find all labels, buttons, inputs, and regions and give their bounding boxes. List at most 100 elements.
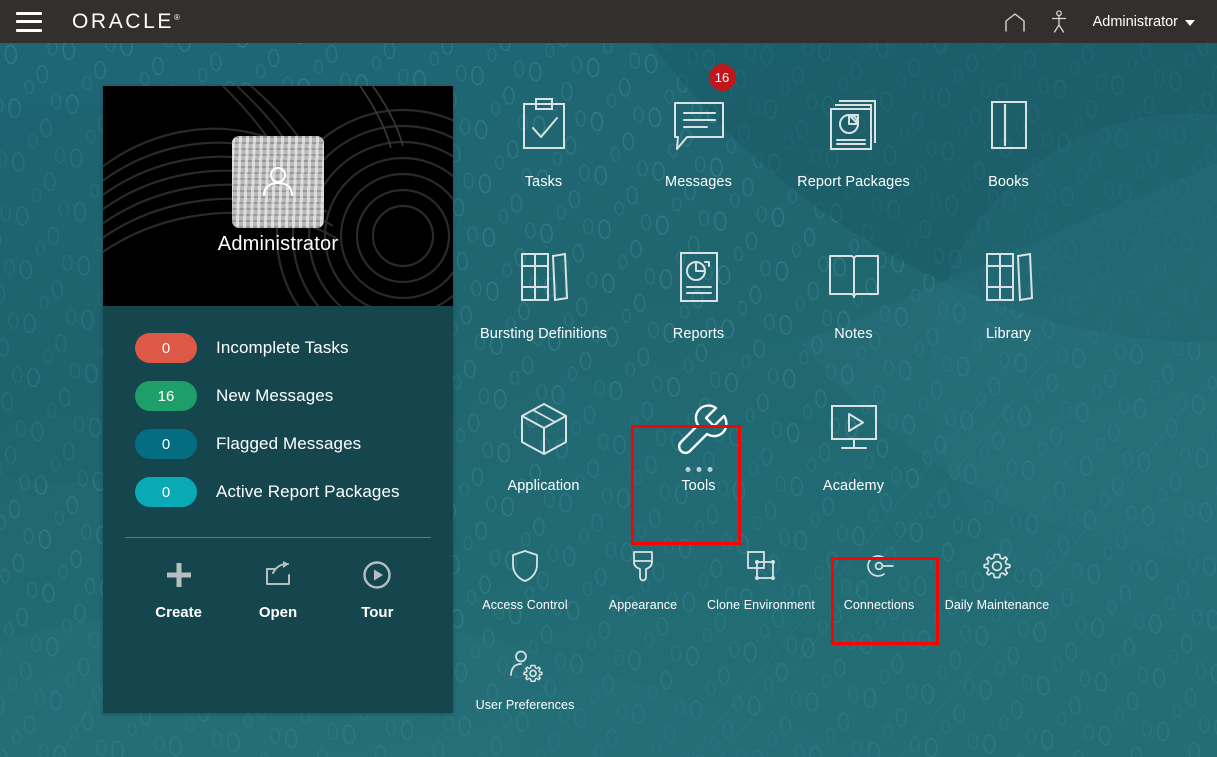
tile-access-control[interactable]: Access Control [466, 542, 584, 642]
wrench-icon [672, 398, 726, 460]
avatar-panel: Administrator [103, 86, 453, 306]
oracle-epm-home-page: ORACLE® Administrator [0, 0, 1217, 757]
tile-notes[interactable]: Notes [776, 238, 931, 390]
bookshelf-icon [517, 246, 571, 308]
open-button[interactable]: Open [241, 560, 315, 621]
user-menu[interactable]: Administrator [1081, 0, 1205, 43]
springboard-row-3: Application Tools [466, 390, 1206, 542]
tour-label: Tour [361, 604, 393, 621]
monitor-play-icon [826, 398, 882, 460]
cube-icon [516, 398, 572, 460]
avatar[interactable] [232, 136, 324, 228]
global-header: ORACLE® Administrator [0, 0, 1217, 43]
tile-label: Appearance [609, 598, 677, 612]
user-menu-label: Administrator [1093, 14, 1178, 30]
tile-label: Notes [834, 326, 872, 342]
chevron-down-icon [1185, 20, 1195, 26]
tile-label: Clone Environment [707, 598, 815, 612]
tile-tasks[interactable]: Tasks [466, 86, 621, 238]
speech-bubble-icon: 16 [671, 94, 727, 156]
status-badge: 16 [135, 381, 197, 411]
stat-label: New Messages [216, 386, 333, 406]
shield-icon [510, 546, 540, 586]
tile-label: Daily Maintenance [945, 598, 1050, 612]
tile-label: Bursting Definitions [480, 326, 607, 342]
tile-reports[interactable]: Reports [621, 238, 776, 390]
stats-list: 0 Incomplete Tasks 16 New Messages 0 Fla… [103, 324, 453, 516]
stat-label: Active Report Packages [216, 482, 400, 502]
bookshelf-icon [982, 246, 1036, 308]
tile-label: Reports [673, 326, 724, 342]
message-count-badge: 16 [709, 64, 736, 91]
play-circle-icon [362, 560, 392, 595]
tile-label: Report Packages [797, 174, 910, 190]
stat-row-new-messages[interactable]: 16 New Messages [103, 372, 453, 420]
report-document-icon [675, 246, 723, 308]
tile-label: Academy [823, 478, 884, 494]
home-icon[interactable] [993, 0, 1037, 43]
tile-connections[interactable]: Connections [820, 542, 938, 642]
report-package-icon [827, 94, 881, 156]
tile-tools[interactable]: Tools [621, 390, 776, 542]
divider [125, 537, 431, 538]
header-actions: Administrator [993, 0, 1217, 43]
card-action-bar: Create Open [103, 560, 453, 621]
create-label: Create [155, 604, 202, 621]
stat-row-active-report-packages[interactable]: 0 Active Report Packages [103, 468, 453, 516]
clone-squares-icon [744, 546, 778, 586]
connection-node-icon [862, 546, 896, 586]
tile-label: Tasks [525, 174, 563, 190]
tile-bursting-definitions[interactable]: Bursting Definitions [466, 238, 621, 390]
user-summary-card: Administrator 0 Incomplete Tasks 16 New … [103, 86, 453, 713]
springboard: Tasks 16 Messages [466, 86, 1206, 742]
hamburger-menu-icon[interactable] [16, 12, 42, 32]
tile-books[interactable]: Books [931, 86, 1086, 238]
open-book-icon [825, 246, 883, 308]
user-card-body: 0 Incomplete Tasks 16 New Messages 0 Fla… [103, 306, 453, 713]
stat-row-incomplete-tasks[interactable]: 0 Incomplete Tasks [103, 324, 453, 372]
springboard-row-5: User Preferences [466, 642, 1206, 742]
accessibility-icon[interactable] [1037, 0, 1081, 43]
tile-label: Library [986, 326, 1031, 342]
stat-label: Incomplete Tasks [216, 338, 349, 358]
oracle-logo: ORACLE® [72, 11, 180, 32]
tile-label: Tools [681, 478, 715, 494]
status-badge: 0 [135, 429, 197, 459]
springboard-row-1: Tasks 16 Messages [466, 86, 1206, 238]
tile-label: Access Control [482, 598, 567, 612]
stat-label: Flagged Messages [216, 434, 361, 454]
tour-button[interactable]: Tour [340, 560, 414, 621]
tile-daily-maintenance[interactable]: Daily Maintenance [938, 542, 1056, 642]
open-label: Open [259, 604, 297, 621]
tile-application[interactable]: Application [466, 390, 621, 542]
oracle-logo-text: ORACLE [72, 10, 174, 33]
gear-icon [981, 546, 1013, 586]
tools-overflow-dots [685, 467, 712, 472]
status-badge: 0 [135, 477, 197, 507]
paint-bucket-icon [628, 546, 658, 586]
tile-label: Application [507, 478, 579, 494]
status-badge: 0 [135, 333, 197, 363]
tile-user-preferences[interactable]: User Preferences [466, 642, 584, 742]
stat-row-flagged-messages[interactable]: 0 Flagged Messages [103, 420, 453, 468]
tile-messages[interactable]: 16 Messages [621, 86, 776, 238]
tile-label: User Preferences [476, 698, 575, 712]
springboard-row-4: Access Control Appearance [466, 542, 1206, 642]
avatar-user-name: Administrator [103, 233, 453, 256]
tile-clone-environment[interactable]: Clone Environment [702, 542, 820, 642]
plus-icon [164, 560, 194, 595]
tile-label: Messages [665, 174, 732, 190]
tile-label: Connections [844, 598, 915, 612]
tile-report-packages[interactable]: Report Packages [776, 86, 931, 238]
tile-library[interactable]: Library [931, 238, 1086, 390]
tile-label: Books [988, 174, 1029, 190]
oracle-logo-trademark: ® [174, 13, 180, 22]
open-folder-arrow-icon [263, 560, 293, 595]
tile-academy[interactable]: Academy [776, 390, 931, 542]
springboard-row-2: Bursting Definitions Reports [466, 238, 1206, 390]
create-button[interactable]: Create [142, 560, 216, 621]
closed-book-icon [985, 94, 1033, 156]
clipboard-check-icon [518, 94, 570, 156]
user-gear-icon [507, 646, 543, 686]
tile-appearance[interactable]: Appearance [584, 542, 702, 642]
